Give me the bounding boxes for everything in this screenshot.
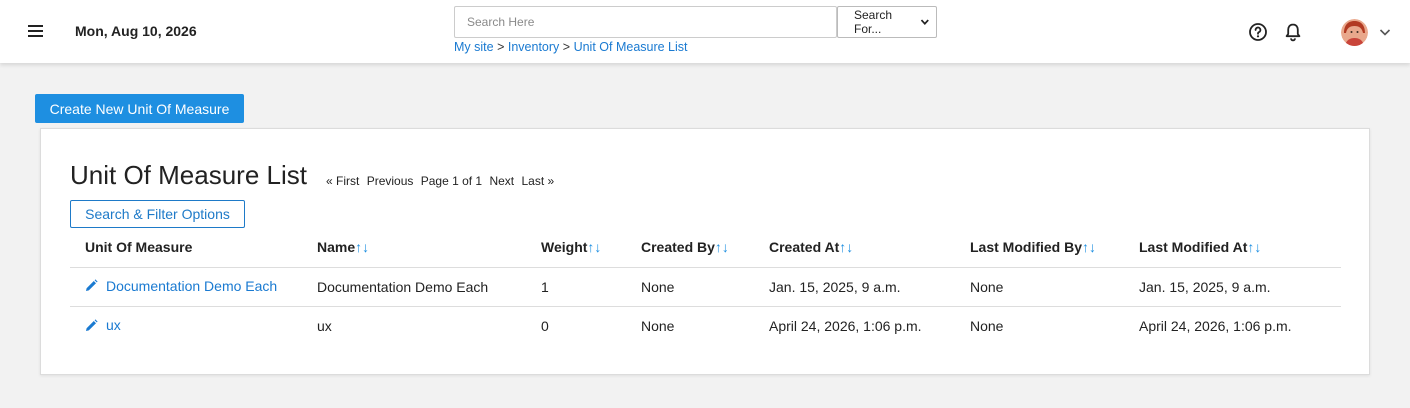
table-header-row: Unit Of Measure Name↑↓ Weight↑↓ Created …	[70, 228, 1341, 268]
cell-unit-of-measure: Documentation Demo Each	[70, 267, 317, 307]
edit-unit-of-measure-link[interactable]: ux	[85, 317, 121, 333]
column-header-last-modified-by: Last Modified By↑↓	[970, 228, 1139, 268]
breadcrumb-my-site[interactable]: My site	[454, 40, 494, 54]
breadcrumb-unit-of-measure-list[interactable]: Unit Of Measure List	[574, 40, 688, 54]
breadcrumb: My site > Inventory > Unit Of Measure Li…	[454, 40, 688, 54]
sort-created-by-icon[interactable]: ↑↓	[715, 239, 729, 255]
pager-first[interactable]: « First	[326, 174, 359, 188]
search-for-select[interactable]: Search For...	[837, 6, 937, 38]
avatar[interactable]	[1341, 19, 1368, 46]
column-header-name: Name↑↓	[317, 228, 541, 268]
breadcrumb-separator: >	[562, 40, 571, 54]
create-unit-of-measure-button[interactable]: Create New Unit Of Measure	[35, 94, 244, 123]
breadcrumb-inventory[interactable]: Inventory	[508, 40, 559, 54]
sort-last-modified-by-icon[interactable]: ↑↓	[1082, 239, 1096, 255]
column-header-created-at: Created At↑↓	[769, 228, 970, 268]
column-header-weight: Weight↑↓	[541, 228, 641, 268]
select-arrow-icon	[921, 19, 930, 26]
pager-page-info: Page 1 of 1	[420, 174, 483, 188]
cell-weight: 0	[541, 317, 549, 334]
cell-created-at: Jan. 15, 2025, 9 a.m.	[769, 267, 970, 307]
pager-next[interactable]: Next	[489, 174, 514, 188]
pencil-icon	[86, 318, 98, 331]
sort-weight-icon[interactable]: ↑↓	[587, 239, 601, 255]
sort-last-modified-at-icon[interactable]: ↑↓	[1247, 239, 1261, 255]
cell-last-modified-at: Jan. 15, 2025, 9 a.m.	[1139, 267, 1341, 307]
cell-last-modified-by: None	[970, 267, 1139, 307]
cell-created-by: None	[641, 317, 675, 334]
cell-created-at: April 24, 2026, 1:06 p.m.	[769, 317, 922, 334]
pager-previous[interactable]: Previous	[367, 174, 414, 188]
chevron-down-icon[interactable]	[1378, 25, 1392, 39]
cell-name: Documentation Demo Each	[317, 267, 541, 307]
cell-last-modified-at: April 24, 2026, 1:06 p.m.	[1139, 317, 1292, 334]
pencil-icon	[86, 279, 98, 292]
breadcrumb-separator: >	[497, 40, 505, 54]
page-title: Unit Of Measure List	[70, 160, 307, 190]
pagination: « First Previous Page 1 of 1 Next Last »	[326, 174, 558, 188]
current-date: Mon, Aug 10, 2026	[75, 23, 197, 39]
column-header-last-modified-at: Last Modified At↑↓	[1139, 228, 1341, 268]
table-row: ux ux 0 None April 24, 2026, 1:06 p.m. N…	[70, 306, 1341, 345]
pager-last[interactable]: Last »	[521, 174, 554, 188]
cell-created-by: None	[641, 267, 769, 307]
menu-icon[interactable]	[26, 23, 46, 39]
cell-weight: 1	[541, 267, 641, 307]
table-row: Documentation Demo Each Documentation De…	[70, 267, 1341, 307]
search-filter-options-button[interactable]: Search & Filter Options	[70, 200, 245, 228]
sort-name-icon[interactable]: ↑↓	[355, 239, 369, 255]
unit-of-measure-table: Unit Of Measure Name↑↓ Weight↑↓ Created …	[70, 228, 1341, 345]
column-header-unit-of-measure: Unit Of Measure	[70, 228, 317, 268]
column-header-created-by: Created By↑↓	[641, 228, 769, 268]
search-for-select-value: Search For...	[854, 8, 893, 36]
search-input[interactable]	[454, 6, 837, 38]
unit-of-measure-card: Unit Of Measure List « First Previous Pa…	[40, 128, 1370, 375]
edit-unit-of-measure-link[interactable]: Documentation Demo Each	[85, 278, 277, 294]
bell-icon[interactable]	[1282, 21, 1304, 43]
help-icon[interactable]	[1247, 21, 1269, 43]
top-bar: Mon, Aug 10, 2026 Search For... My site …	[0, 0, 1410, 63]
cell-unit-of-measure: ux	[70, 306, 317, 345]
cell-name: ux	[317, 317, 332, 334]
cell-last-modified-by: None	[970, 317, 1004, 334]
sort-created-at-icon[interactable]: ↑↓	[839, 239, 853, 255]
